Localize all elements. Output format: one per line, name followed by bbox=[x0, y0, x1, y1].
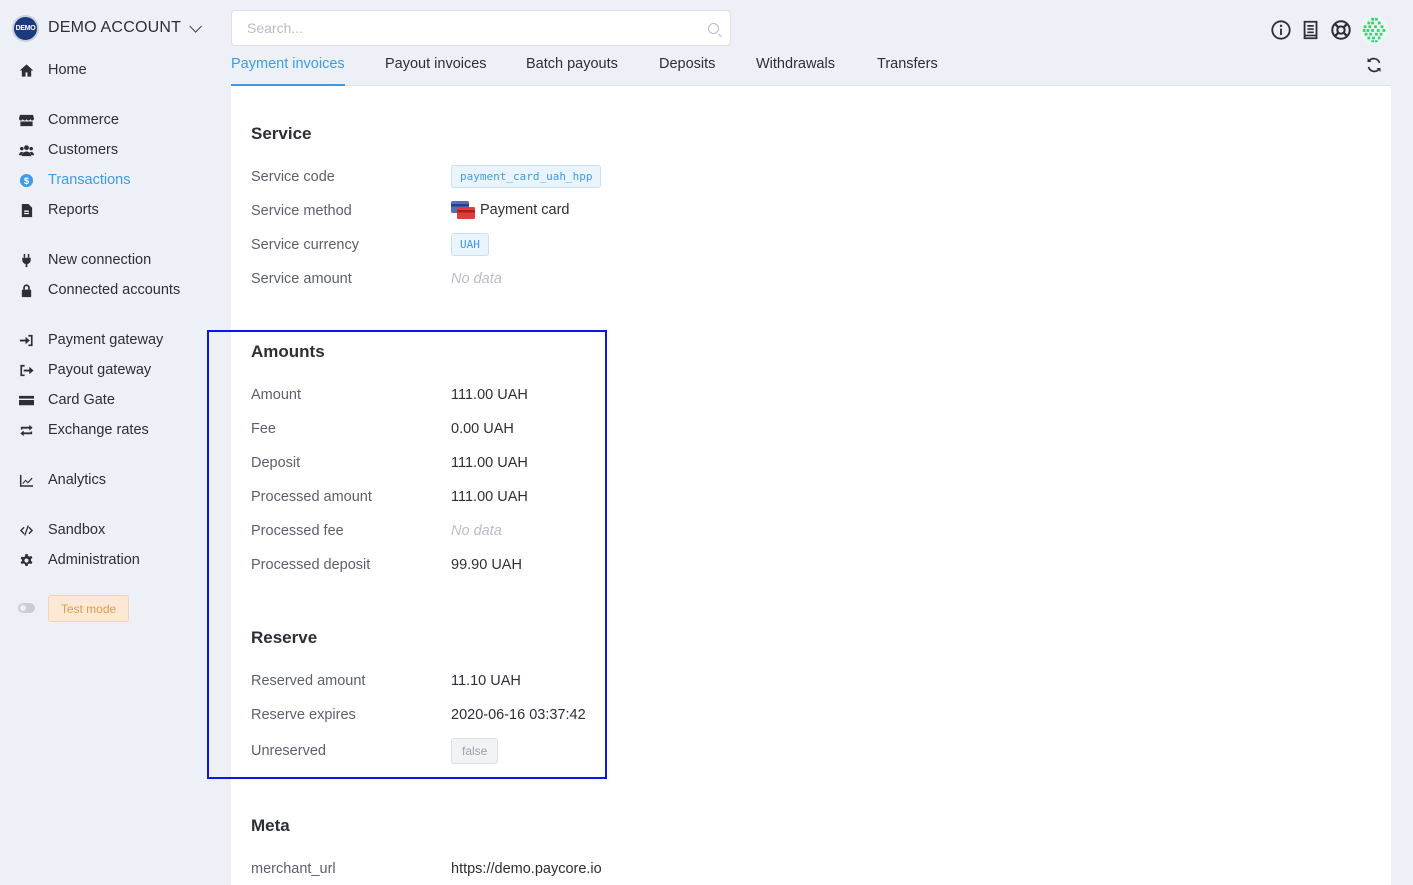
amount-value: 111.00 UAH bbox=[451, 387, 528, 403]
deposit-label: Deposit bbox=[251, 455, 301, 471]
reserve-section-title: Reserve bbox=[251, 628, 318, 647]
service-section-title: Service bbox=[251, 124, 312, 143]
tab-deposits[interactable]: Deposits bbox=[659, 56, 715, 86]
payment-card-icon bbox=[451, 200, 475, 220]
account-name: DEMO ACCOUNT bbox=[48, 19, 182, 36]
gear-icon bbox=[16, 550, 36, 570]
exchange-icon bbox=[16, 420, 36, 440]
sidebar-item-payout-gateway[interactable]: Payout gateway bbox=[16, 358, 151, 382]
sidebar-item-connected-accounts[interactable]: Connected accounts bbox=[16, 278, 180, 302]
tab-withdrawals[interactable]: Withdrawals bbox=[756, 56, 835, 86]
search-bar bbox=[231, 10, 731, 46]
reserve-expires-label: Reserve expires bbox=[251, 707, 356, 723]
test-mode-toggle[interactable] bbox=[18, 603, 35, 613]
sidebar-item-sandbox[interactable]: Sandbox bbox=[16, 518, 105, 542]
credit-card-icon bbox=[16, 390, 36, 410]
sidebar-item-commerce[interactable]: Commerce bbox=[16, 108, 119, 132]
sidebar-item-card-gate[interactable]: Card Gate bbox=[16, 388, 115, 412]
lock-icon bbox=[16, 280, 36, 300]
service-amount-label: Service amount bbox=[251, 271, 352, 287]
refresh-icon[interactable] bbox=[1364, 55, 1384, 75]
search-input[interactable] bbox=[232, 11, 692, 45]
reserved-amount-label: Reserved amount bbox=[251, 673, 366, 689]
sidebar-item-administration[interactable]: Administration bbox=[16, 548, 140, 572]
chevron-down-icon bbox=[189, 19, 203, 33]
transaction-details-panel: Service Service code payment_card_uah_hp… bbox=[231, 86, 1391, 885]
service-currency-label: Service currency bbox=[251, 237, 359, 253]
service-method-text: Payment card bbox=[480, 202, 570, 218]
file-icon bbox=[16, 200, 36, 220]
deposit-value: 111.00 UAH bbox=[451, 455, 528, 471]
sign-out-icon bbox=[16, 360, 36, 380]
processed-fee-label: Processed fee bbox=[251, 523, 344, 539]
sidebar-item-customers[interactable]: Customers bbox=[16, 138, 118, 162]
users-icon bbox=[16, 140, 36, 160]
processed-fee-value: No data bbox=[451, 523, 502, 539]
reserved-amount-value: 11.10 UAH bbox=[451, 673, 521, 689]
fee-value: 0.00 UAH bbox=[451, 421, 514, 437]
test-mode-badge[interactable]: Test mode bbox=[48, 595, 129, 622]
processed-deposit-label: Processed deposit bbox=[251, 557, 371, 573]
code-icon bbox=[16, 520, 36, 540]
processed-deposit-value: 99.90 UAH bbox=[451, 557, 522, 573]
reserve-expires-value: 2020-06-16 03:37:42 bbox=[451, 707, 586, 723]
fee-label: Fee bbox=[251, 421, 276, 437]
header-icons bbox=[1268, 14, 1394, 46]
tab-payout-invoices[interactable]: Payout invoices bbox=[385, 56, 487, 86]
home-icon bbox=[16, 60, 36, 80]
plug-icon bbox=[16, 250, 36, 270]
support-icon[interactable] bbox=[1328, 17, 1354, 43]
service-amount-value: No data bbox=[451, 271, 502, 287]
service-code-badge: payment_card_uah_hpp bbox=[451, 165, 602, 188]
merchant-url-label: merchant_url bbox=[251, 861, 336, 877]
book-icon[interactable] bbox=[1298, 17, 1324, 43]
dollar-circle-icon: $ bbox=[16, 170, 36, 190]
sidebar-item-reports[interactable]: Reports bbox=[16, 198, 99, 222]
sign-in-icon bbox=[16, 330, 36, 350]
sidebar-item-new-connection[interactable]: New connection bbox=[16, 248, 151, 272]
account-switcher[interactable]: DEMO DEMO ACCOUNT bbox=[12, 14, 203, 42]
sidebar-item-analytics[interactable]: Analytics bbox=[16, 468, 106, 492]
sidebar-item-payment-gateway[interactable]: Payment gateway bbox=[16, 328, 163, 352]
service-method-value: Payment card bbox=[451, 200, 569, 220]
sidebar-item-exchange-rates[interactable]: Exchange rates bbox=[16, 418, 149, 442]
search-icon[interactable] bbox=[708, 23, 719, 34]
store-icon bbox=[16, 110, 36, 130]
merchant-url-value: https://demo.paycore.io bbox=[451, 861, 602, 877]
processed-amount-label: Processed amount bbox=[251, 489, 372, 505]
user-avatar-icon[interactable] bbox=[1358, 14, 1390, 46]
svg-text:$: $ bbox=[23, 175, 29, 185]
chart-line-icon bbox=[16, 470, 36, 490]
amounts-section-title: Amounts bbox=[251, 342, 325, 361]
processed-amount-value: 111.00 UAH bbox=[451, 489, 528, 505]
tab-payment-invoices[interactable]: Payment invoices bbox=[231, 56, 345, 86]
service-currency-badge: UAH bbox=[451, 233, 489, 256]
service-code-label: Service code bbox=[251, 169, 335, 185]
sidebar-item-transactions[interactable]: $ Transactions bbox=[16, 168, 130, 192]
sidebar-item-home[interactable]: Home bbox=[16, 58, 87, 82]
tab-transfers[interactable]: Transfers bbox=[877, 56, 938, 86]
unreserved-badge: false bbox=[451, 738, 499, 764]
service-method-label: Service method bbox=[251, 203, 352, 219]
info-icon[interactable] bbox=[1268, 17, 1294, 43]
tab-batch-payouts[interactable]: Batch payouts bbox=[526, 56, 618, 86]
tab-bar: Payment invoices Payout invoices Batch p… bbox=[231, 56, 1391, 86]
sidebar: DEMO DEMO ACCOUNT Home Commerce Customer… bbox=[0, 0, 215, 885]
demo-logo: DEMO bbox=[12, 14, 39, 42]
amount-label: Amount bbox=[251, 387, 301, 403]
meta-section-title: Meta bbox=[251, 816, 290, 835]
unreserved-label: Unreserved bbox=[251, 743, 326, 759]
